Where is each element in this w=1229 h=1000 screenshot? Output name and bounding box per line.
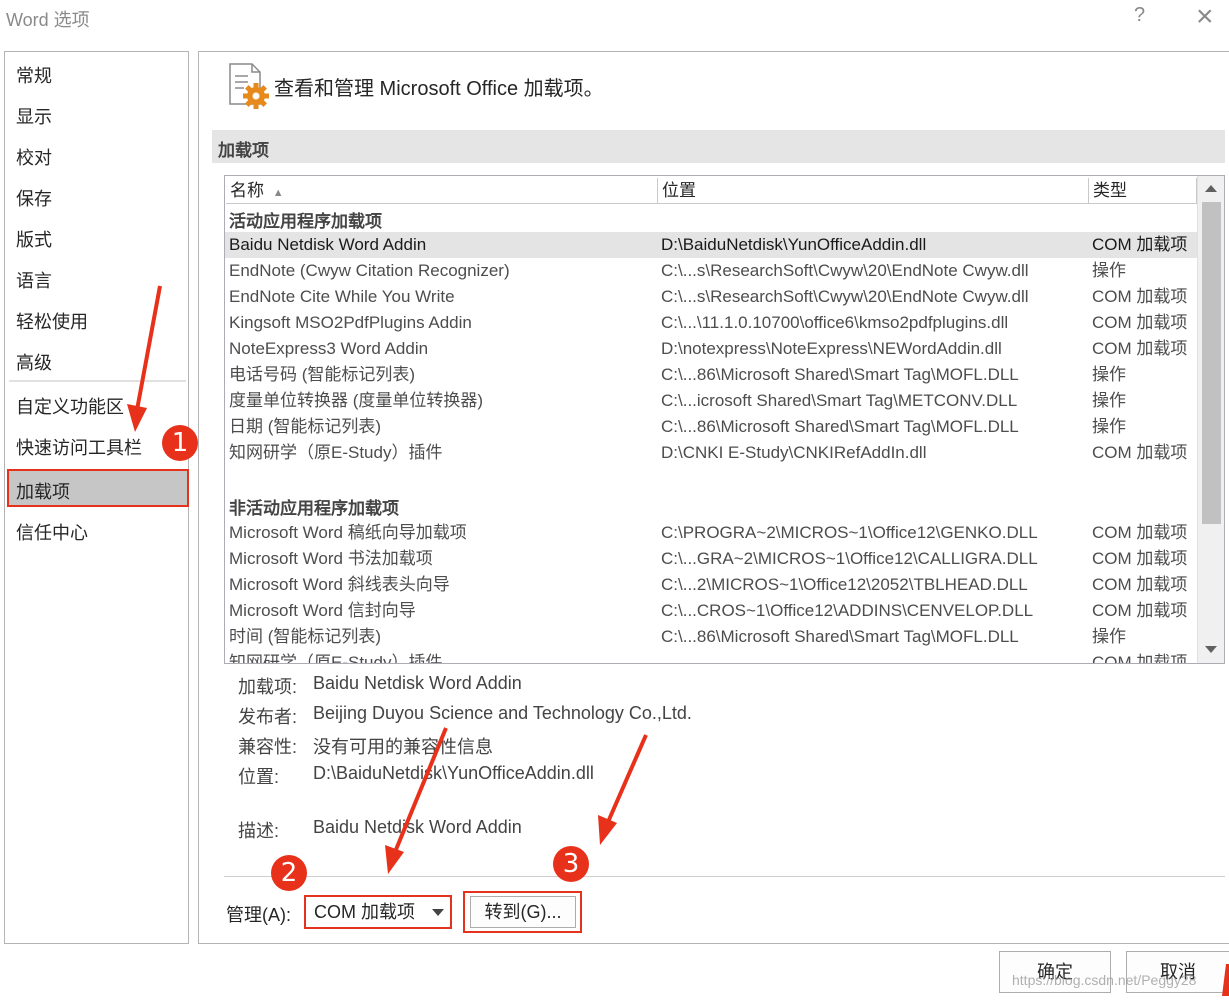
detail-publisher-label: 发布者: [238,707,298,727]
manage-divider [224,876,1225,877]
table-row[interactable]: 知网研学（原E-Study）插件 D:\CNKI E-Study\CNKIRef… [225,440,1197,466]
table-row[interactable]: 日期 (智能标记列表) C:\...86\Microsoft Shared\Sm… [225,414,1197,440]
addins-list[interactable]: 名称 ▲ 位置 类型 活动应用程序加载项 Baidu Netdisk Word … [224,175,1225,664]
detail-location-label: 位置: [238,767,280,787]
annotation-badge-2: 2 [271,855,307,891]
group-active-addins: 活动应用程序加载项 [229,212,382,231]
group-inactive-addins: 非活动应用程序加载项 [229,499,399,518]
column-header-location[interactable]: 位置 [658,178,1089,204]
table-row[interactable]: EndNote (Cwyw Citation Recognizer) C:\..… [225,258,1197,284]
table-row[interactable]: Microsoft Word 稿纸向导加载项 C:\PROGRA~2\MICRO… [225,520,1197,546]
detail-location-value: D:\BaiduNetdisk\YunOfficeAddin.dll [313,763,594,783]
table-row[interactable]: Microsoft Word 斜线表头向导 C:\...2\MICROS~1\O… [225,572,1197,598]
nav-item-proofing[interactable]: 校对 [16,144,52,170]
close-icon[interactable]: × [1196,0,1214,34]
detail-desc-label: 描述: [238,821,280,841]
help-icon[interactable]: ? [1134,4,1145,27]
table-row[interactable]: NoteExpress3 Word Addin D:\notexpress\No… [225,336,1197,362]
nav-item-quick-access-toolbar[interactable]: 快速访问工具栏 [16,434,142,460]
nav-item-accessibility[interactable]: 轻松使用 [16,308,88,334]
nav-item-customize-ribbon[interactable]: 自定义功能区 [16,393,124,419]
detail-desc-value: Baidu Netdisk Word Addin [313,817,522,837]
table-row[interactable]: 度量单位转换器 (度量单位转换器) C:\...icrosoft Shared\… [225,388,1197,414]
nav-item-save[interactable]: 保存 [16,185,52,211]
section-header-bar [212,130,1225,163]
table-row[interactable]: Microsoft Word 书法加载项 C:\...GRA~2\MICROS~… [225,546,1197,572]
window-title: Word 选项 [6,10,90,30]
annotation-badge-1: 1 [162,425,198,461]
table-row[interactable]: Kingsoft MSO2PdfPlugins Addin C:\...\11.… [225,310,1197,336]
sort-ascending-icon: ▲ [272,187,284,199]
nav-item-trust-center[interactable]: 信任中心 [16,519,88,545]
scroll-down-icon[interactable] [1205,646,1217,653]
section-header-label: 加载项 [218,141,269,160]
scrollbar-thumb[interactable] [1202,202,1221,524]
options-nav: 常规 显示 校对 保存 版式 语言 轻松使用 高级 自定义功能区 快速访问工具栏… [4,51,189,944]
nav-item-addins[interactable]: 加载项 [16,478,70,504]
nav-item-language[interactable]: 语言 [16,267,52,293]
nav-item-layout[interactable]: 版式 [16,226,52,252]
manage-label: 管理(A): [226,905,291,925]
detail-publisher-value: Beijing Duyou Science and Technology Co.… [313,703,692,723]
nav-item-display[interactable]: 显示 [16,103,52,129]
manage-select[interactable]: COM 加载项 [304,895,452,929]
watermark: https://blog.csdn.net/Peggy28 [1012,972,1197,988]
column-header-name[interactable]: 名称 ▲ [226,178,658,204]
chevron-down-icon [432,909,444,916]
detail-compat-value: 没有可用的兼容性信息 [313,737,493,757]
table-row[interactable]: 时间 (智能标记列表) C:\...86\Microsoft Shared\Sm… [225,624,1197,650]
table-row[interactable]: Microsoft Word 信封向导 C:\...CROS~1\Office1… [225,598,1197,624]
nav-divider [9,380,186,382]
table-row[interactable]: Baidu Netdisk Word Addin D:\BaiduNetdisk… [225,232,1197,258]
addins-gear-icon [229,63,269,109]
detail-addin-label: 加载项: [238,677,298,697]
list-scrollbar[interactable] [1197,176,1224,663]
table-row[interactable]: 知网研学（原E-Study）插件 COM 加载项 [225,650,1197,663]
table-row[interactable]: EndNote Cite While You Write C:\...s\Res… [225,284,1197,310]
detail-addin-value: Baidu Netdisk Word Addin [313,673,522,693]
go-button[interactable]: 转到(G)... [470,896,576,928]
nav-item-general[interactable]: 常规 [16,62,52,88]
detail-compat-label: 兼容性: [238,737,298,757]
nav-item-advanced[interactable]: 高级 [16,349,52,375]
annotation-badge-3: 3 [553,846,589,882]
table-row[interactable]: 电话号码 (智能标记列表) C:\...86\Microsoft Shared\… [225,362,1197,388]
column-header-type[interactable]: 类型 [1089,178,1197,204]
scroll-up-icon[interactable] [1205,185,1217,192]
page-title: 查看和管理 Microsoft Office 加载项。 [274,78,604,100]
